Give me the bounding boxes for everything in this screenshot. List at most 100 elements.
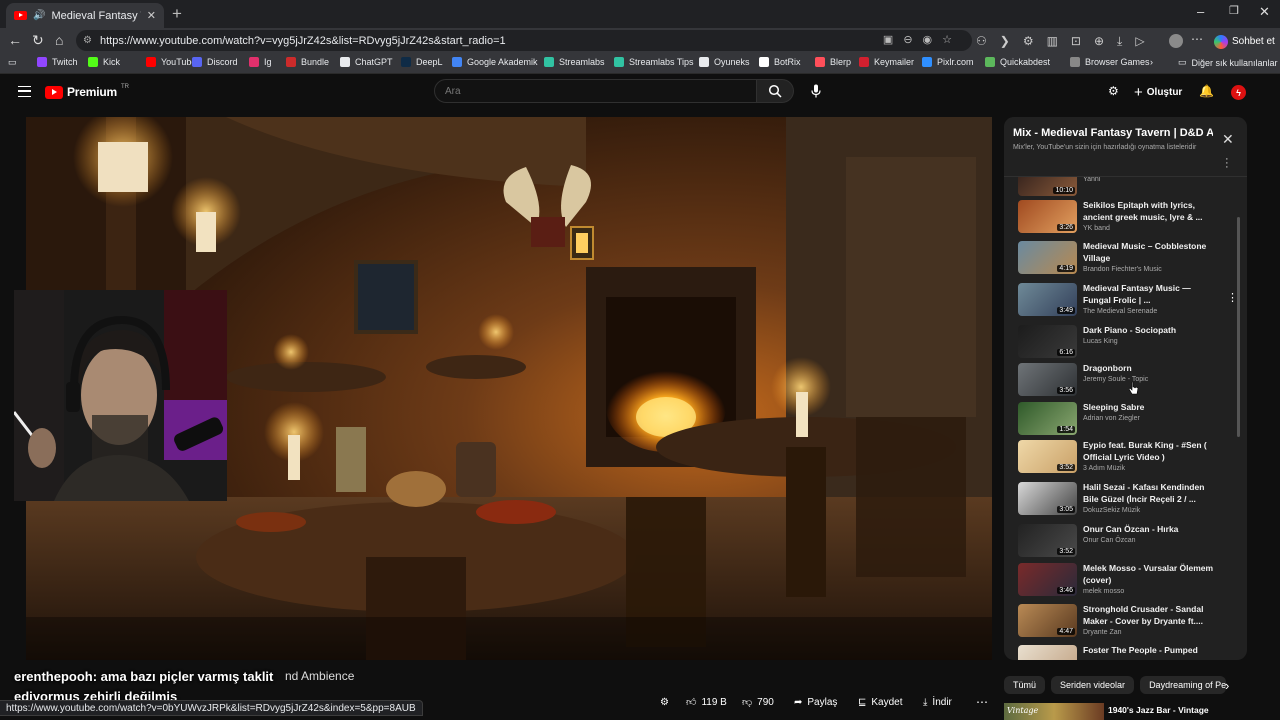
bookmark-chatgpt[interactable]: ChatGPT xyxy=(340,57,393,67)
other-bookmarks-folder[interactable]: ▭ Diğer sık kullanılanlar xyxy=(1178,57,1278,68)
profile-avatar[interactable] xyxy=(1169,34,1183,48)
playlist-item[interactable]: 3:05 Halil Sezai - Kafası Kendinden Bile … xyxy=(1018,482,1238,522)
youtube-logo[interactable]: Premium TR xyxy=(45,84,129,99)
minimize-icon[interactable]: – xyxy=(1197,4,1204,19)
playlist-item-thumbnail[interactable]: 4:47 xyxy=(1018,604,1077,637)
playlist-item-title[interactable]: Stronghold Crusader - Sandal Maker - Cov… xyxy=(1083,603,1218,627)
copilot-chat-button[interactable]: Sohbet et xyxy=(1214,32,1275,51)
home-icon[interactable]: ⌂ xyxy=(55,32,63,48)
extension-icons[interactable]: ⚇❯⚙▥⊡⊕⤓▷ xyxy=(976,34,1158,49)
back-icon[interactable]: ← xyxy=(8,32,22,48)
bookmark-browser-games[interactable]: Browser Games xyxy=(1070,57,1150,67)
address-url[interactable]: https://www.youtube.com/watch?v=vyg5jJrZ… xyxy=(100,35,506,47)
browser-tab[interactable]: 🔊 Medieval Fantasy Tavern | D& ✕ xyxy=(6,3,164,28)
hamburger-menu-icon[interactable] xyxy=(18,86,31,97)
filter-chip[interactable]: Daydreaming of Pers xyxy=(1140,676,1227,694)
save-button[interactable]: ⊑ Kaydet xyxy=(858,692,903,712)
recommended-thumbnail[interactable]: Vintage xyxy=(1004,703,1104,720)
search-button[interactable] xyxy=(757,79,794,103)
playlist-item-thumbnail[interactable]: 3:52 xyxy=(1018,440,1077,473)
playlist-item[interactable]: Foster The People - Pumped xyxy=(1018,645,1238,660)
bookmark-deepl[interactable]: DeepL xyxy=(401,57,443,67)
more-actions-icon[interactable]: ⋯ xyxy=(976,692,988,712)
maximize-icon[interactable]: ❐ xyxy=(1229,4,1239,17)
site-info-icon[interactable]: ⚙ xyxy=(83,35,92,46)
bookmark-streamlabs-tips[interactable]: Streamlabs Tips xyxy=(614,57,694,67)
playlist-item-title[interactable]: Halil Sezai - Kafası Kendinden Bile Güze… xyxy=(1083,481,1218,505)
playlist-item-title[interactable]: Dark Piano - Sociopath xyxy=(1083,324,1218,336)
playlist-menu-icon[interactable]: · · · xyxy=(1225,154,1229,173)
close-playlist-icon[interactable]: ✕ xyxy=(1222,131,1234,148)
playlist-item-title[interactable]: Foster The People - Pumped xyxy=(1083,644,1218,656)
playlist-item-title[interactable]: Seikilos Epitaph with lyrics, ancient gr… xyxy=(1083,199,1218,223)
voice-search-button[interactable] xyxy=(804,79,828,103)
playlist-item-thumbnail[interactable]: 3:56 xyxy=(1018,363,1077,396)
bookmark-botrix[interactable]: BotRix xyxy=(759,57,801,67)
close-tab-icon[interactable]: ✕ xyxy=(147,9,156,22)
notifications-bell-icon[interactable]: 🔔 xyxy=(1199,84,1214,98)
playlist-item[interactable]: 3:52 Eypio feat. Burak King - #Sen ( Offi… xyxy=(1018,440,1238,480)
playlist-item-title[interactable]: Sleeping Sabre xyxy=(1083,401,1218,413)
playlist-title[interactable]: Mix - Medieval Fantasy Tavern | D&D Ambi… xyxy=(1013,127,1213,139)
audio-playing-icon[interactable]: 🔊 xyxy=(33,10,45,21)
comments-button[interactable]: 👎︎ 790 xyxy=(742,692,774,712)
search-box[interactable] xyxy=(434,79,757,103)
bookmarks-menu-icon[interactable]: ▭ xyxy=(8,57,17,68)
recommended-video[interactable]: Vintage 1940's Jazz Bar - Vintage xyxy=(1004,703,1244,720)
playlist-item[interactable]: 4:47 Stronghold Crusader - Sandal Maker -… xyxy=(1018,604,1238,644)
playlist-scrollbar[interactable] xyxy=(1237,217,1240,437)
playlist-item-thumbnail[interactable]: 3:46 xyxy=(1018,563,1077,596)
new-tab-icon[interactable]: + xyxy=(172,4,182,24)
playlist-item-title[interactable]: Medieval Music – Cobblestone Village xyxy=(1083,240,1218,264)
window-close-icon[interactable]: ✕ xyxy=(1259,4,1270,20)
playlist-item-thumbnail[interactable]: 3:49 xyxy=(1018,283,1077,316)
chips-next-icon[interactable]: › xyxy=(1225,678,1229,693)
filter-chip[interactable]: Seriden videolar xyxy=(1051,676,1135,694)
search-input[interactable] xyxy=(435,80,756,102)
playlist-item[interactable]: 3:52 Onur Can Özcan - Hırka Onur Can Özcan xyxy=(1018,524,1238,564)
playlist-item-thumbnail[interactable]: 3:52 xyxy=(1018,524,1077,557)
playlist-item-thumbnail[interactable]: 3:05 xyxy=(1018,482,1077,515)
bookmark-ig[interactable]: Ig xyxy=(249,57,272,67)
playlist-item[interactable]: 3:49 Medieval Fantasy Music — Fungal Frol… xyxy=(1018,283,1238,323)
playlist-item-title[interactable]: Medieval Fantasy Music — Fungal Frolic |… xyxy=(1083,282,1218,306)
bookmark-quickabdest[interactable]: Quickabdest xyxy=(985,57,1050,67)
bookmark-blerp[interactable]: Blerp xyxy=(815,57,851,67)
bookmark-youtube[interactable]: YouTube xyxy=(146,57,196,67)
playlist-item[interactable]: 1:54 Sleeping Sabre Adrian von Ziegler xyxy=(1018,402,1238,442)
bookmark-google-akademik[interactable]: Google Akademik xyxy=(452,57,538,67)
playlist-item[interactable]: 6:16 Dark Piano - Sociopath Lucas King xyxy=(1018,325,1238,365)
playlist-item[interactable]: 3:46 Melek Mosso - Vursalar Ölemem (cover… xyxy=(1018,563,1238,603)
create-button[interactable]: + Oluştur xyxy=(1134,84,1182,101)
filter-chip[interactable]: Tümü xyxy=(1004,676,1046,694)
bookmark-kick[interactable]: Kick xyxy=(88,57,120,67)
address-bar-icons[interactable]: ▣⊖◉☆ xyxy=(883,33,962,46)
share-button[interactable]: ➦ Paylaş xyxy=(794,692,837,712)
download-button[interactable]: ⤓ İndir xyxy=(923,692,952,712)
bookmark-streamlabs[interactable]: Streamlabs xyxy=(544,57,605,67)
playlist-item-title[interactable]: Onur Can Özcan - Hırka xyxy=(1083,523,1218,535)
extension-gear-icon[interactable]: ⚙ xyxy=(1108,84,1119,98)
playlist-item[interactable]: 3:56 Dragonborn Jeremy Soule - Topic xyxy=(1018,363,1238,403)
playlist-item-thumbnail[interactable]: 3:26 xyxy=(1018,200,1077,233)
playlist-item[interactable]: 4:19 Medieval Music – Cobblestone Village… xyxy=(1018,241,1238,281)
playlist-item-title[interactable]: Melek Mosso - Vursalar Ölemem (cover) xyxy=(1083,562,1218,586)
recommended-title[interactable]: 1940's Jazz Bar - Vintage xyxy=(1108,705,1209,715)
bookmark-keymailer[interactable]: Keymailer xyxy=(859,57,914,67)
bookmark-twitch[interactable]: Twitch xyxy=(37,57,78,67)
bookmark-oyuneks[interactable]: Oyuneks xyxy=(699,57,750,67)
bookmarks-overflow-icon[interactable]: › xyxy=(1150,57,1153,67)
playlist-item-title[interactable]: Dragonborn xyxy=(1083,362,1218,374)
channel-avatar[interactable]: ϟ xyxy=(1231,85,1246,100)
playlist-item-thumbnail[interactable] xyxy=(1018,645,1077,660)
more-menu-icon[interactable]: ⋯ xyxy=(1191,32,1203,46)
bookmark-bundle[interactable]: Bundle xyxy=(286,57,329,67)
playlist-item[interactable]: 3:26 Seikilos Epitaph with lyrics, ancien… xyxy=(1018,200,1238,240)
bookmark-discord[interactable]: Discord xyxy=(192,57,238,67)
reload-icon[interactable]: ↻ xyxy=(32,32,44,49)
like-button[interactable]: 👍︎ 119 B xyxy=(686,692,727,712)
playlist-item-thumbnail[interactable]: 6:16 xyxy=(1018,325,1077,358)
bookmark-pixlr-com[interactable]: Pixlr.com xyxy=(922,57,974,67)
playlist-item-thumbnail[interactable]: 1:54 xyxy=(1018,402,1077,435)
address-bar[interactable]: ⚙ https://www.youtube.com/watch?v=vyg5jJ… xyxy=(76,30,972,51)
